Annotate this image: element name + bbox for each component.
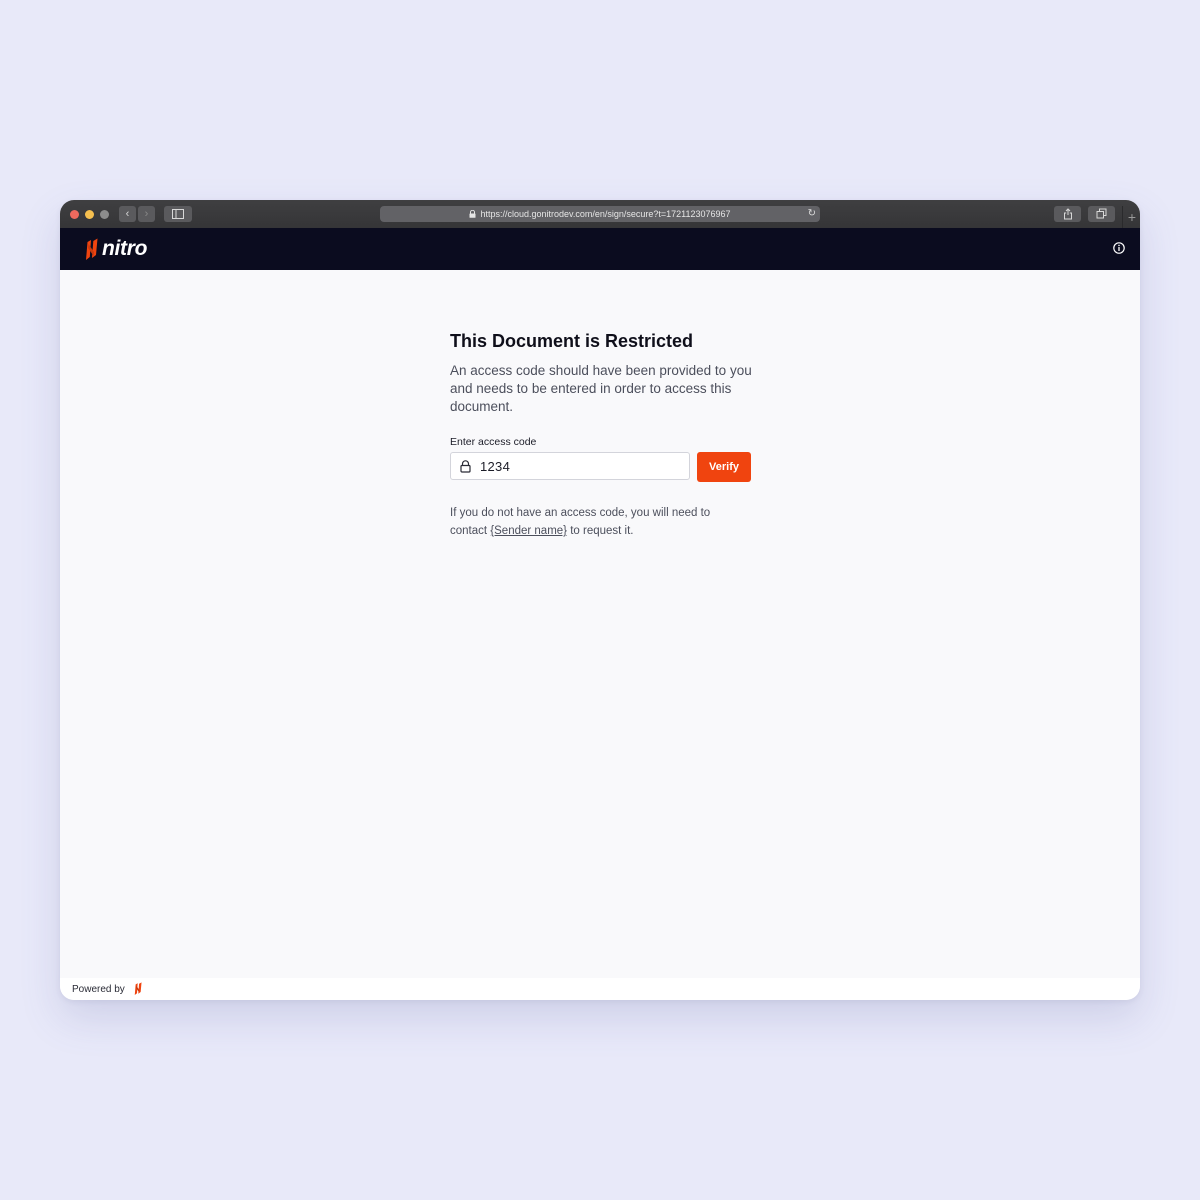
close-window-button[interactable] (70, 210, 79, 219)
sender-name-link[interactable]: {Sender name} (490, 525, 567, 537)
info-icon[interactable] (1113, 242, 1125, 254)
forward-button[interactable]: › (138, 206, 155, 222)
tabs-overview-button[interactable] (1088, 206, 1115, 222)
reload-icon[interactable]: ↻ (808, 206, 816, 222)
access-code-label: Enter access code (450, 436, 537, 448)
chevron-left-icon: ‹ (125, 208, 130, 220)
verify-button[interactable]: Verify (697, 452, 751, 482)
nitro-logo-mark (86, 238, 98, 260)
nitro-logo-small-icon[interactable] (133, 982, 143, 995)
restriction-description: An access code should have been provided… (450, 363, 752, 414)
page-title: This Document is Restricted (450, 331, 694, 351)
new-tab-button[interactable]: + (1122, 206, 1140, 228)
minimize-window-button[interactable] (85, 210, 94, 219)
tabs-icon (1096, 208, 1107, 219)
back-button[interactable]: ‹ (119, 206, 136, 222)
url-text: https://cloud.gonitrodev.com/en/sign/sec… (480, 209, 731, 219)
help-text: If you do not have an access code, you w… (450, 504, 750, 540)
help-text-suffix: to request it. (567, 525, 634, 537)
zoom-window-button[interactable] (100, 210, 109, 219)
access-code-row: 1234 Verify (450, 451, 760, 483)
powered-by-label: Powered by (72, 984, 125, 995)
address-bar[interactable]: https://cloud.gonitrodev.com/en/sign/sec… (380, 206, 820, 222)
access-code-panel: This Document is Restricted An access co… (450, 330, 760, 540)
app-header: nitro (60, 228, 1140, 270)
access-code-value: 1234 (480, 459, 511, 474)
browser-window: ‹ › https://cloud.gonitrodev.com/en/sign… (60, 200, 1140, 1000)
footer: Powered by (60, 978, 1140, 1000)
chevron-right-icon: › (144, 208, 149, 220)
share-button[interactable] (1054, 206, 1081, 222)
browser-toolbar: ‹ › https://cloud.gonitrodev.com/en/sign… (60, 200, 1140, 229)
plus-icon: + (1127, 209, 1137, 225)
nitro-logo[interactable]: nitro (83, 237, 147, 261)
access-code-input[interactable]: 1234 (450, 452, 690, 480)
brand-name: nitro (102, 237, 148, 260)
share-icon (1063, 208, 1072, 220)
sidebar-icon (172, 209, 184, 219)
lock-icon (469, 210, 476, 218)
lock-icon (460, 460, 471, 473)
sidebar-toggle-button[interactable] (164, 206, 192, 222)
